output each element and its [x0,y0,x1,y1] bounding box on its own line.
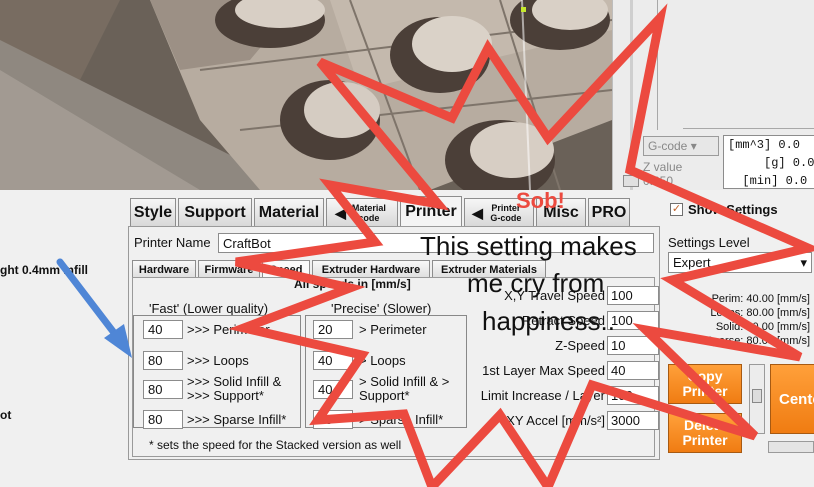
precise-loops-input[interactable]: 40 [313,351,353,370]
precise-solid-infill-input[interactable]: 40 [313,380,353,399]
printer-label: ot [0,408,12,422]
sob-text: Sob! [516,188,565,213]
vertical-scroll[interactable] [749,364,765,434]
xy-travel-speed-input[interactable]: 100 [607,286,659,305]
speed-summary: Perim: 40.00 [mm/s] Loops: 80.00 [mm/s] … [668,292,810,348]
precise-perimeter-input[interactable]: 20 [313,320,353,339]
precise-solid-infill-label: > Solid Infill & > Support* [359,374,450,403]
fast-loops-label: >>> Loops [187,353,249,368]
viewport-render [0,0,612,190]
show-settings-checkbox[interactable]: ✓ [670,203,683,216]
precise-column-title: 'Precise' (Slower) [331,301,432,316]
gcode-view-select[interactable]: G-code ▾ [643,136,719,156]
tab-support[interactable]: Support [178,198,252,226]
arrow-left-icon: ◀ [472,204,483,221]
fast-solid-infill-label: >>> Solid Infill & >>> Support* [187,374,282,403]
scroll-knob[interactable] [752,389,762,403]
arrow-left-icon: ◀ [335,204,346,221]
z-value-label: Z value [643,160,683,174]
fast-sparse-infill-label: >>> Sparse Infill* [187,412,287,427]
first-layer-max-speed-input[interactable]: 40 [607,361,659,380]
tab-label: Support [184,203,246,221]
chevron-down-icon: ▾ [800,255,807,270]
divider [683,128,814,129]
subtab-label: Firmware [204,263,254,276]
layer-slider[interactable] [621,0,641,190]
precise-sparse-infill-label: > Sparse Infill* [359,412,444,427]
subtab-label: Extruder Hardware [321,263,421,276]
horizontal-scroll[interactable] [768,441,814,453]
fast-column-title: 'Fast' (Lower quality) [149,301,269,316]
subtab-firmware[interactable]: Firmware [198,260,260,278]
tab-material[interactable]: Material [254,198,324,226]
subtab-label: Speed [269,263,303,276]
z-speed-input[interactable]: 10 [607,336,659,355]
tab-printer[interactable]: Printer [400,196,462,226]
tab-pro[interactable]: PRO [588,198,630,226]
speeds-unit-note: All speeds in [mm/s] [294,277,411,291]
subtab-label: Hardware [138,263,190,276]
subtab-hardware[interactable]: Hardware [132,260,196,278]
subtab-extruder-hardware[interactable]: Extruder Hardware [312,260,430,278]
app-window: G-code ▾ Z value 0.250 [mm^3] 0.0 [g] 0.… [0,0,814,487]
stacked-footnote: * sets the speed for the Stacked version… [149,438,402,452]
first-layer-max-speed-label: 1st Layer Max Speed [482,363,605,378]
precise-sparse-infill-input[interactable]: 60 [313,410,353,429]
limit-increase-input[interactable]: 100 [607,386,659,405]
fast-perimeter-label: >>> Perimeter [187,322,270,337]
fast-loops-input[interactable]: 80 [143,351,183,370]
gcode-info-panel: G-code ▾ Z value 0.250 [mm^3] 0.0 [g] 0.… [612,0,814,190]
limit-increase-label: Limit Increase / Layer [480,388,605,403]
settings-level-label: Settings Level [668,235,750,250]
printer-name-label: Printer Name [134,235,211,250]
fast-perimeter-input[interactable]: 40 [143,320,183,339]
summary-sparse: Sparse: 80.00 [mm/s] [705,335,810,347]
overlay-text-line2: me cry from [467,268,605,298]
tab-label: Printer [405,202,457,220]
precise-loops-label: > Loops [359,353,406,368]
precise-perimeter-label: > Perimeter [359,322,427,337]
center-button[interactable]: Center [770,364,814,434]
show-settings-label: Show Settings [688,202,778,217]
slider-track [630,0,633,190]
z-value: 0.250 [643,174,674,188]
copy-printer-button[interactable]: Copy Printer [668,364,742,404]
summary-loops: Loops: 80.00 [mm/s] [710,307,810,319]
tab-label: Material [258,203,320,221]
tab-label: Style [133,203,173,221]
xy-accel-input[interactable]: 3000 [607,411,659,430]
z-value-readout: Z value 0.250 [643,160,682,188]
chevron-down-icon: ▾ [690,139,697,153]
settings-level-select[interactable]: Expert ▾ [668,252,812,273]
overlay-text-line3: happiness.. [482,306,615,336]
3d-preview[interactable] [0,0,612,190]
tab-label: Material code [351,202,386,223]
tab-material-code[interactable]: ◀ Material code [326,198,398,226]
gcode-select-label: G-code [648,139,688,153]
stat-time: [min] 0.0 [728,174,808,188]
gcode-stats: [mm^3] 0.0 [g] 0.0 [min] 0.0 [723,135,814,189]
settings-level-value: Expert [673,255,711,270]
tab-style[interactable]: Style [130,198,176,226]
stat-weight: [g] 0.0 [728,156,814,170]
overlay-text-line1: This setting makes [420,231,637,261]
stat-volume: [mm^3] 0.0 [728,138,801,152]
subtab-speed[interactable]: Speed [262,260,310,278]
summary-solid: Solid: 80.00 [mm/s] [715,321,810,333]
fast-solid-infill-input[interactable]: 80 [143,380,183,399]
delete-printer-button[interactable]: Delete Printer [668,413,742,453]
summary-perimeter: Perim: 40.00 [mm/s] [711,293,810,305]
fast-sparse-infill-input[interactable]: 80 [143,410,183,429]
z-speed-label: Z-Speed [555,338,605,353]
divider [657,0,658,130]
tab-label: PRO [591,203,627,221]
profile-label: ght 0.4mm infill [0,263,89,277]
xy-accel-label: XY Accel [mm/s²] [506,413,605,428]
slider-thumb[interactable] [623,175,639,187]
